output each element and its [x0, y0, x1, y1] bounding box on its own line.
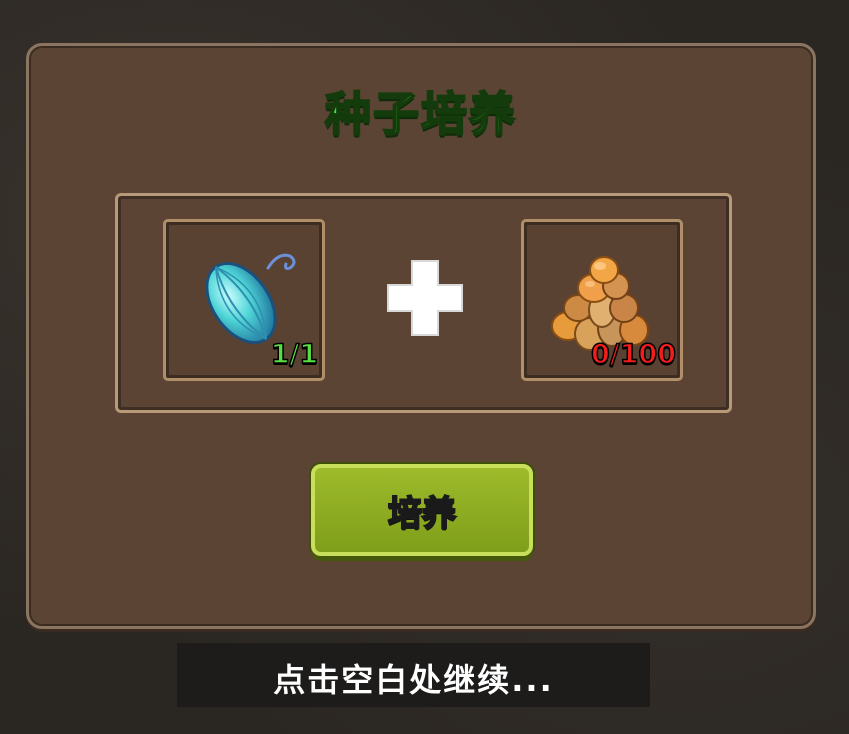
continue-hint-text: 点击空白处继续...	[273, 661, 554, 699]
ingredient-slot-nuts[interactable]: 0/100	[521, 219, 683, 381]
cultivate-button-label: 培养	[387, 493, 457, 535]
cultivate-button[interactable]: 培养	[311, 464, 533, 556]
seed-count: 1/1	[270, 338, 319, 371]
ingredient-slot-seed[interactable]: 1/1	[163, 219, 325, 381]
continue-hint: 点击空白处继续...	[177, 643, 650, 707]
plus-icon	[387, 260, 463, 336]
seed-cultivation-dialog: 种子培养 1/1 0/100 培养	[26, 43, 816, 629]
dialog-title: 种子培养	[324, 86, 517, 142]
nut-count: 0/100	[590, 338, 677, 371]
recipe-box: 1/1 0/100	[115, 193, 732, 413]
